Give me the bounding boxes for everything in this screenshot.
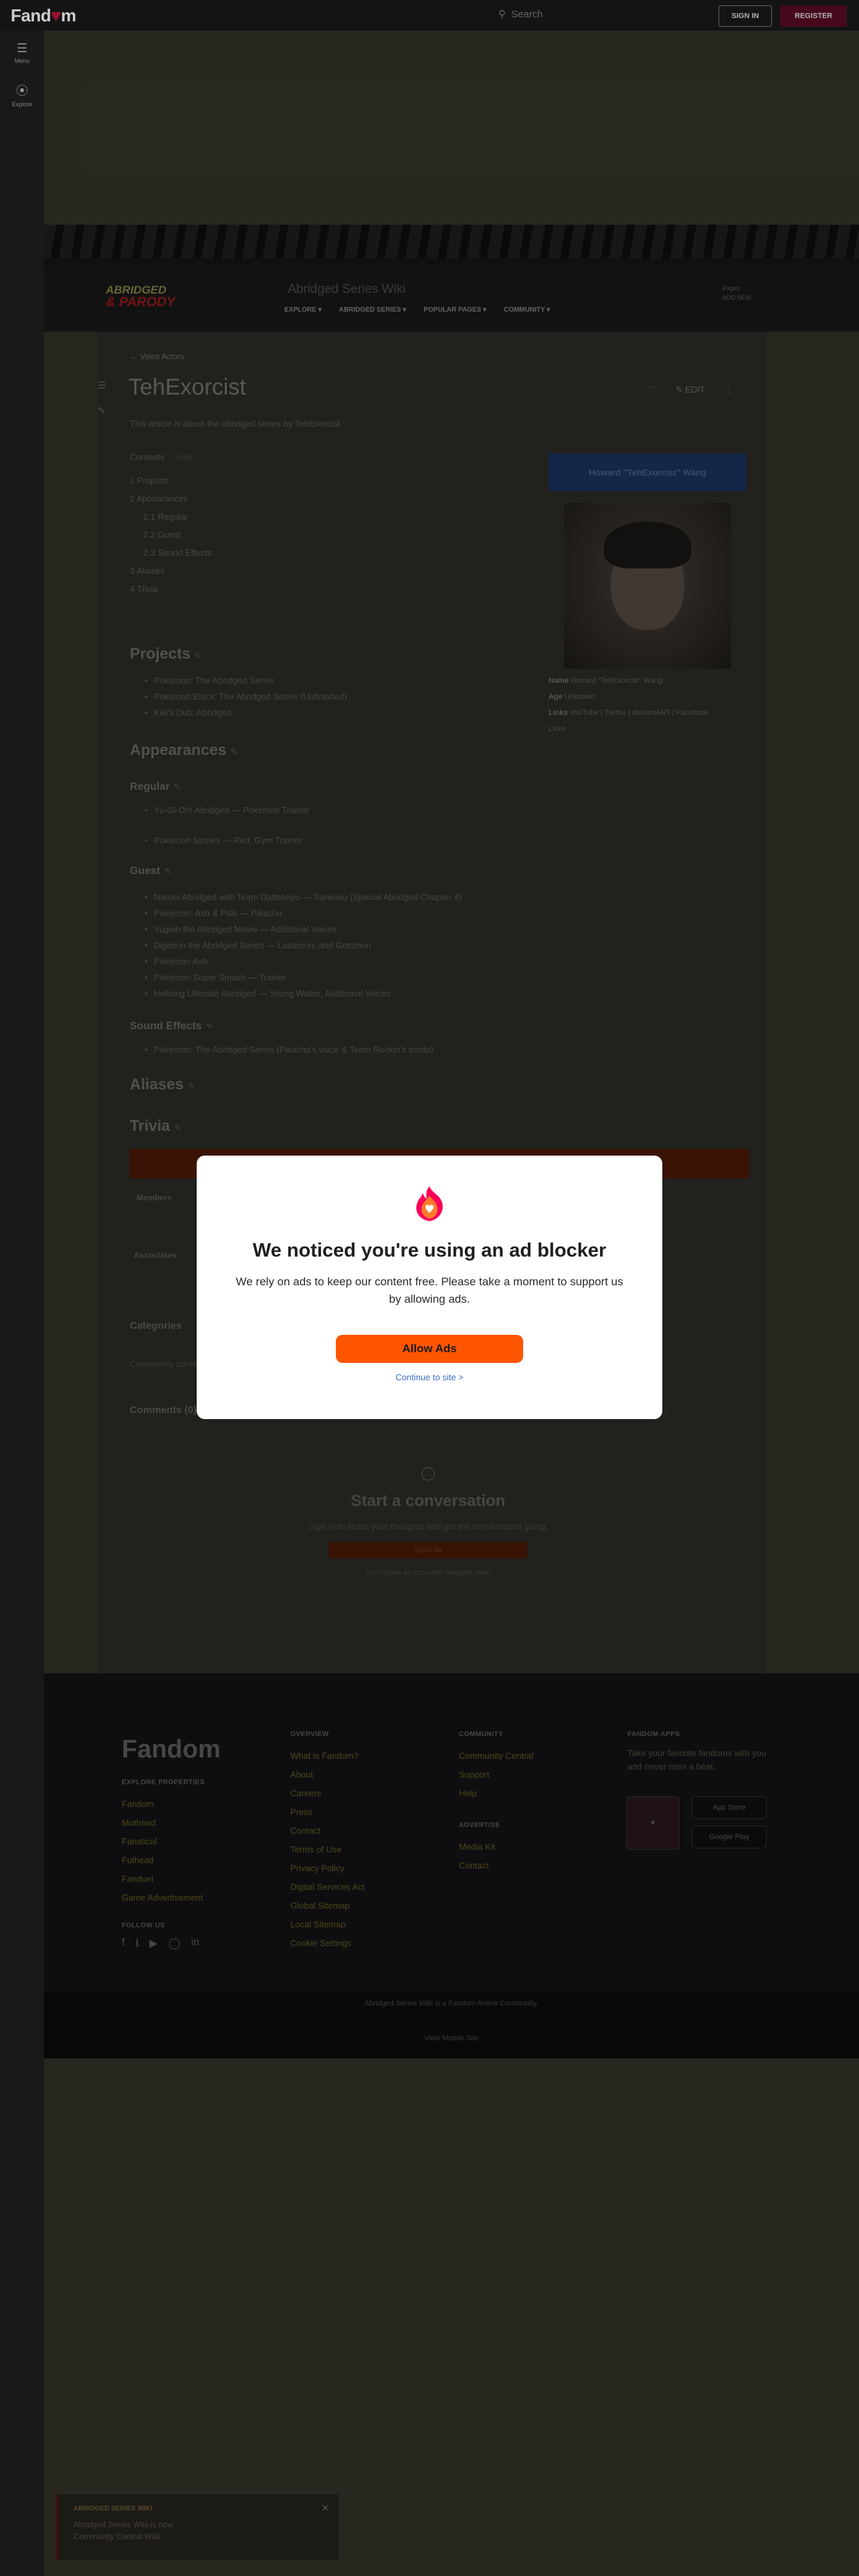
- fandom-heart-flame-icon: [416, 1186, 443, 1221]
- continue-to-site-link[interactable]: Continue to site >: [197, 1372, 662, 1382]
- modal-title: We noticed you're using an ad blocker: [252, 1240, 607, 1261]
- modal-body: We rely on ads to keep our content free.…: [235, 1275, 624, 1305]
- allow-ads-button[interactable]: Allow Ads: [336, 1335, 523, 1363]
- adblock-modal: We noticed you're using an ad blocker We…: [197, 1156, 662, 1419]
